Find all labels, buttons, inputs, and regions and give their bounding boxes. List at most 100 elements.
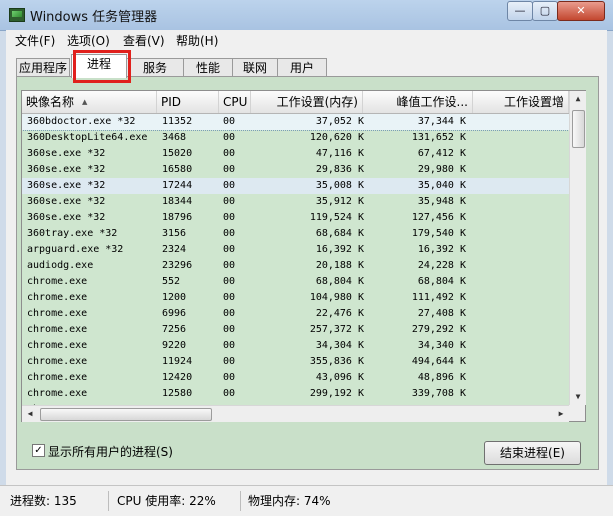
column-header-pid[interactable]: PID	[157, 91, 219, 113]
task-manager-icon	[9, 8, 25, 22]
menu-view[interactable]: 查看(V)	[123, 32, 165, 49]
process-working-set: 104,980 K	[309, 292, 364, 303]
tab-performance[interactable]: 性能	[183, 58, 233, 77]
scroll-left-icon[interactable]: ◀	[22, 406, 38, 422]
status-cpu-usage: CPU 使用率: 22%	[113, 491, 241, 511]
table-row[interactable]: chrome.exe 552 00 68,804 K 68,804 K	[22, 274, 569, 290]
table-row[interactable]: chrome.exe 12420 00 43,096 K 48,896 K	[22, 370, 569, 386]
table-row[interactable]: chrome.exe 12580 00 299,192 K 339,708 K	[22, 386, 569, 402]
menu-help[interactable]: 帮助(H)	[176, 32, 218, 49]
end-process-button[interactable]: 结束进程(E)	[484, 441, 581, 465]
process-peak-working-set: 29,980 K	[417, 164, 466, 175]
tab-applications[interactable]: 应用程序	[16, 58, 70, 77]
process-working-set: 68,684 K	[315, 228, 364, 239]
process-cpu: 00	[223, 116, 236, 127]
process-name: 360DesktopLite64.exe	[27, 132, 148, 143]
process-working-set: 355,836 K	[309, 356, 364, 367]
process-peak-working-set: 34,340 K	[417, 340, 466, 351]
process-pid: 2324	[162, 244, 187, 255]
process-working-set: 37,052 K	[315, 116, 364, 127]
table-row[interactable]: 360DesktopLite64.exe 3468 00 120,620 K 131,6…	[22, 130, 569, 146]
table-row[interactable]: chrome.exe 11924 00 355,836 K 494,644 K	[22, 354, 569, 370]
table-row[interactable]: 360se.exe *32 18344 00 35,912 K 35,948 K	[22, 194, 569, 210]
sort-ascending-icon: ▲	[82, 98, 88, 106]
process-pid: 1200	[162, 292, 187, 303]
vertical-scrollbar[interactable]: ▲ ▼	[569, 91, 586, 405]
table-row[interactable]: 360bdoctor.exe *32 11352 00 37,052 K 37,344 …	[22, 114, 569, 131]
process-working-set: 47,116 K	[315, 148, 364, 159]
menu-options[interactable]: 选项(O)	[67, 32, 110, 49]
column-header-peak-working-set[interactable]: 峰值工作设...	[363, 91, 473, 113]
process-name: chrome.exe	[27, 276, 88, 287]
process-name: 360se.exe *32	[27, 148, 106, 159]
table-row[interactable]: 360tray.exe *32 3156 00 68,684 K 179,540 K	[22, 226, 569, 242]
process-working-set: 119,524 K	[309, 212, 364, 223]
table-row[interactable]: 360se.exe *32 17244 00 35,008 K 35,040 K	[22, 178, 569, 194]
process-pid: 3468	[162, 132, 187, 143]
process-pid: 15020	[162, 148, 193, 159]
process-working-set: 68,804 K	[315, 276, 364, 287]
process-working-set: 29,836 K	[315, 164, 364, 175]
process-cpu: 00	[223, 228, 236, 239]
process-cpu: 00	[223, 356, 236, 367]
process-name: arpguard.exe *32	[27, 244, 124, 255]
scroll-up-icon[interactable]: ▲	[570, 91, 586, 107]
tab-services[interactable]: 服务	[126, 58, 184, 77]
process-cpu: 00	[223, 324, 236, 335]
process-pid: 552	[162, 276, 181, 287]
process-list[interactable]: ▲ 映像名称 PID CPU 工作设置(内存) 峰值工作设... 工作设置增 3…	[21, 90, 586, 422]
column-header-image-name[interactable]: ▲ 映像名称	[22, 91, 157, 113]
process-working-set: 43,096 K	[315, 372, 364, 383]
minimize-button[interactable]: —	[507, 1, 533, 21]
process-pid: 11924	[162, 356, 193, 367]
process-pid: 18344	[162, 196, 193, 207]
table-row[interactable]: chrome.exe 1200 00 104,980 K 111,492 K	[22, 290, 569, 306]
process-working-set: 34,304 K	[315, 340, 364, 351]
show-all-users-label[interactable]: 显示所有用户的进程(S)	[48, 443, 173, 460]
table-row[interactable]: audiodg.exe 23296 00 20,188 K 24,228 K	[22, 258, 569, 274]
table-row[interactable]: chrome.exe 6996 00 22,476 K 27,408 K	[22, 306, 569, 322]
scroll-down-icon[interactable]: ▼	[570, 389, 586, 405]
tab-networking[interactable]: 联网	[232, 58, 278, 77]
process-name: 360bdoctor.exe *32	[27, 116, 136, 127]
show-all-users-checkbox[interactable]: ✓	[32, 444, 45, 457]
process-cpu: 00	[223, 372, 236, 383]
horizontal-scrollbar[interactable]: ◀ ▶	[22, 405, 569, 422]
column-header-cpu[interactable]: CPU	[219, 91, 251, 113]
table-row[interactable]: chrome.exe 9220 00 34,304 K 34,340 K	[22, 338, 569, 354]
scroll-right-icon[interactable]: ▶	[553, 406, 569, 422]
process-name: chrome.exe	[27, 324, 88, 335]
table-row[interactable]: 360se.exe *32 16580 00 29,836 K 29,980 K	[22, 162, 569, 178]
process-peak-working-set: 48,896 K	[417, 372, 466, 383]
status-physical-memory: 物理内存: 74%	[248, 494, 331, 508]
table-row[interactable]: 360se.exe *32 18796 00 119,524 K 127,456 K	[22, 210, 569, 226]
process-peak-working-set: 16,392 K	[417, 244, 466, 255]
process-name: 360se.exe *32	[27, 196, 106, 207]
table-row[interactable]: 360se.exe *32 15020 00 47,116 K 67,412 K	[22, 146, 569, 162]
process-name: chrome.exe	[27, 388, 88, 399]
process-peak-working-set: 68,804 K	[417, 276, 466, 287]
process-name: 360tray.exe *32	[27, 228, 118, 239]
process-cpu: 00	[223, 292, 236, 303]
process-peak-working-set: 35,948 K	[417, 196, 466, 207]
process-working-set: 20,188 K	[315, 260, 364, 271]
table-row[interactable]: arpguard.exe *32 2324 00 16,392 K 16,392 K	[22, 242, 569, 258]
process-working-set: 299,192 K	[309, 388, 364, 399]
vertical-scroll-thumb[interactable]	[572, 110, 585, 148]
process-pid: 9220	[162, 340, 187, 351]
close-button[interactable]: ✕	[557, 1, 605, 21]
process-cpu: 00	[223, 308, 236, 319]
table-row[interactable]: chrome.exe 7256 00 257,372 K 279,292 K	[22, 322, 569, 338]
process-pid: 11352	[162, 116, 193, 127]
horizontal-scroll-thumb[interactable]	[40, 408, 212, 421]
process-pid: 3156	[162, 228, 187, 239]
scrollbar-corner	[569, 405, 585, 421]
menu-file[interactable]: 文件(F)	[15, 32, 55, 49]
maximize-button[interactable]: ▢	[532, 1, 558, 21]
tab-users[interactable]: 用户	[277, 58, 327, 77]
process-peak-working-set: 131,652 K	[411, 132, 466, 143]
column-header-working-set[interactable]: 工作设置(内存)	[251, 91, 363, 113]
process-cpu: 00	[223, 260, 236, 271]
column-header-working-set-delta[interactable]: 工作设置增	[473, 91, 569, 113]
process-working-set: 22,476 K	[315, 308, 364, 319]
